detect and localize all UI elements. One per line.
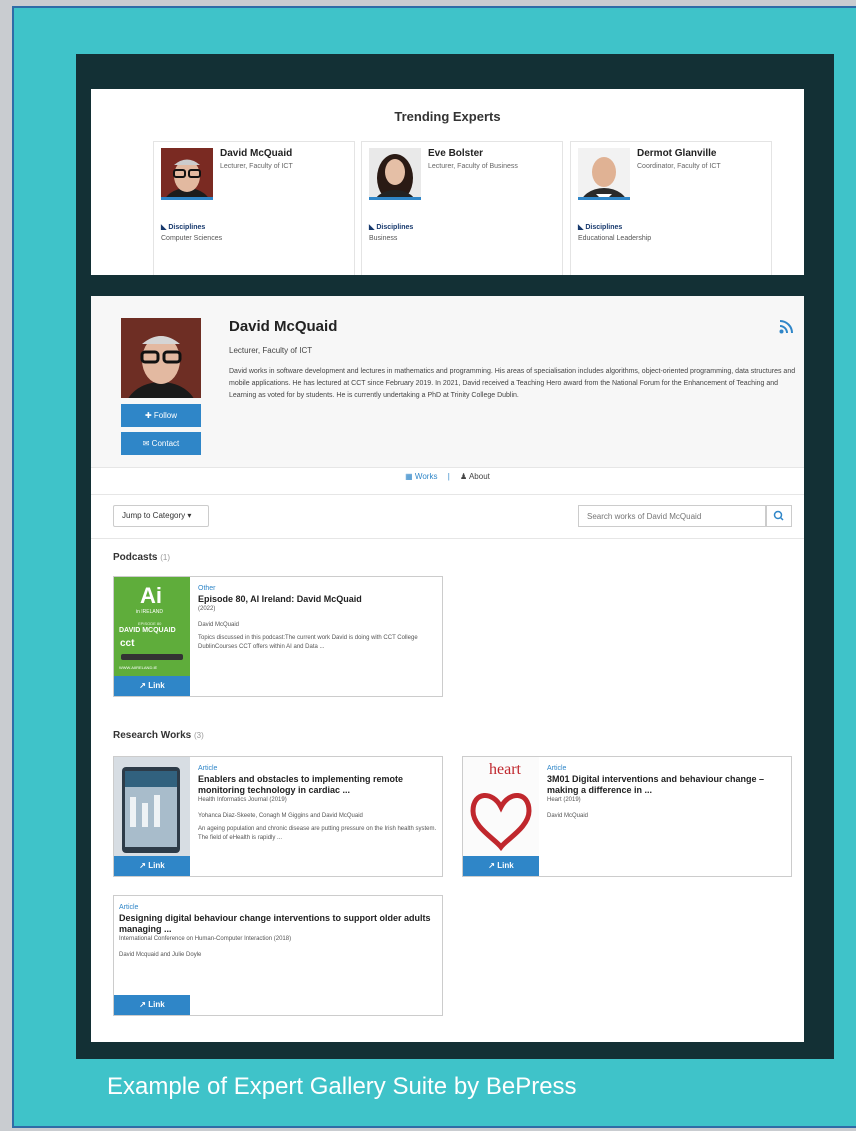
- expert-card-2[interactable]: Eve Bolster Lecturer, Faculty of Busines…: [361, 141, 563, 275]
- grid-icon: ▦: [405, 472, 415, 481]
- divider: [91, 538, 804, 539]
- user-icon: ♟: [460, 472, 469, 481]
- tab-about[interactable]: ♟ About: [460, 472, 490, 481]
- thumb-logo: Ai: [140, 583, 162, 608]
- tab-works[interactable]: ▦ Works: [405, 472, 437, 481]
- thumb-sub: in IRELAND: [136, 609, 163, 615]
- profile-tabs: ▦ Works | ♟ About: [91, 472, 804, 481]
- disciplines-label: ◣ Disciplines: [578, 224, 623, 231]
- follow-button[interactable]: ✚ Follow: [121, 404, 201, 427]
- profile-role: Lecturer, Faculty of ICT: [229, 346, 313, 355]
- external-link-icon: ↗: [139, 681, 149, 690]
- tab-separator: |: [447, 472, 450, 481]
- expert-discipline: Business: [369, 235, 398, 242]
- expert-name[interactable]: Eve Bolster: [428, 148, 483, 159]
- thumb-name: DAVID MCQUAID: [119, 627, 176, 634]
- work-text: Other Episode 80, AI Ireland: David McQu…: [198, 585, 438, 652]
- search-button[interactable]: [766, 505, 792, 527]
- work-type: Article: [547, 765, 567, 772]
- work-authors: David McQuaid: [198, 622, 240, 628]
- work-authors: David Mcquaid and Julie Doyle: [119, 952, 202, 958]
- profile-photo: [121, 318, 201, 398]
- search-works-input[interactable]: [578, 505, 766, 527]
- rss-icon[interactable]: [779, 320, 793, 334]
- expert-name[interactable]: David McQuaid: [220, 148, 292, 159]
- divider: [91, 467, 804, 468]
- work-title[interactable]: Enablers and obstacles to implementing r…: [198, 774, 438, 796]
- plus-icon: ✚: [144, 411, 154, 420]
- work-type: Other: [198, 585, 216, 592]
- expert-card-3[interactable]: Dermot Glanville Coordinator, Faculty of…: [570, 141, 772, 275]
- link-button[interactable]: ↗ Link: [114, 856, 190, 876]
- work-card-research-1[interactable]: ↗ Link Article Enablers and obstacles to…: [113, 756, 443, 877]
- disciplines-label: ◣ Disciplines: [161, 224, 206, 231]
- expert-photo[interactable]: [369, 148, 421, 200]
- journal-thumbnail: heart: [463, 757, 539, 856]
- podcast-thumbnail: Ai in IRELAND EPISODE 80 DAVID MCQUAID c…: [114, 577, 190, 676]
- disciplines-label: ◣ Disciplines: [369, 224, 414, 231]
- work-abstract: Topics discussed in this podcast:The cur…: [198, 635, 418, 650]
- link-button[interactable]: ↗ Link: [114, 995, 190, 1015]
- work-venue: Health Informatics Journal (2019): [198, 797, 287, 803]
- expert-name[interactable]: Dermot Glanville: [637, 148, 716, 159]
- work-abstract: An ageing population and chronic disease…: [198, 826, 437, 841]
- expert-card-1[interactable]: David McQuaid Lecturer, Faculty of ICT ◣…: [153, 141, 355, 275]
- expert-discipline: Computer Sciences: [161, 235, 223, 242]
- external-link-icon: ↗: [139, 861, 149, 870]
- work-type: Article: [198, 765, 218, 772]
- research-works-heading: Research Works (3): [113, 730, 204, 741]
- divider: [91, 494, 804, 495]
- work-venue: Heart (2019): [547, 797, 581, 803]
- link-button[interactable]: ↗ Link: [114, 676, 190, 696]
- slide-caption: Example of Expert Gallery Suite by BePre…: [107, 1073, 577, 1100]
- trending-experts-panel: Trending Experts David McQuaid Lecturer,…: [91, 89, 804, 275]
- work-card-research-3[interactable]: ↗ Link Article Designing digital behavio…: [113, 895, 443, 1016]
- caret-down-icon: ▾: [187, 511, 192, 520]
- expert-photo[interactable]: [578, 148, 630, 200]
- expert-profile-panel: ✚ Follow ✉ Contact David McQuaid Lecture…: [91, 296, 804, 1042]
- envelope-icon: ✉: [142, 439, 152, 448]
- work-venue: International Conference on Human-Comput…: [119, 936, 292, 942]
- work-title[interactable]: 3M01 Digital interventions and behaviour…: [547, 774, 787, 796]
- profile-name: David McQuaid: [229, 318, 338, 335]
- work-authors: David McQuaid: [547, 813, 589, 819]
- work-card-research-2[interactable]: heart ↗ Link Article 3M01 Digital interv…: [462, 756, 792, 877]
- journal-thumbnail: [114, 757, 190, 856]
- expert-role: Lecturer, Faculty of Business: [428, 163, 518, 170]
- thumb-brand: cct: [120, 638, 135, 649]
- work-title[interactable]: Designing digital behaviour change inter…: [119, 913, 437, 935]
- trending-title: Trending Experts: [394, 109, 501, 124]
- profile-bio: David works in software development and …: [229, 368, 796, 399]
- search-icon: [773, 510, 784, 521]
- work-authors: Yohanca Diaz-Skeete, Conagh M Giggins an…: [198, 813, 363, 819]
- expert-role: Coordinator, Faculty of ICT: [637, 163, 721, 170]
- jump-to-category-dropdown[interactable]: Jump to Category ▾: [113, 505, 209, 527]
- thumb-badges: [121, 654, 183, 660]
- work-text: Article Designing digital behaviour chan…: [119, 904, 437, 958]
- external-link-icon: ↗: [139, 1000, 149, 1009]
- work-text: Article 3M01 Digital interventions and b…: [547, 765, 787, 819]
- thumb-journal-name: heart: [489, 761, 521, 778]
- thumb-episode: EPISODE 80: [138, 621, 162, 626]
- expert-photo[interactable]: [161, 148, 213, 200]
- work-card-podcast[interactable]: Ai in IRELAND EPISODE 80 DAVID MCQUAID c…: [113, 576, 443, 697]
- link-button[interactable]: ↗ Link: [463, 856, 539, 876]
- podcasts-heading: Podcasts (1): [113, 552, 171, 563]
- expert-role: Lecturer, Faculty of ICT: [220, 163, 293, 170]
- thumb-url: WWW.AIIRELAND.IE: [119, 665, 158, 670]
- work-type: Article: [119, 904, 139, 911]
- work-year: (2022): [198, 606, 216, 612]
- external-link-icon: ↗: [488, 861, 498, 870]
- profile-header: ✚ Follow ✉ Contact David McQuaid Lecture…: [91, 296, 804, 467]
- expert-discipline: Educational Leadership: [578, 235, 652, 242]
- contact-button[interactable]: ✉ Contact: [121, 432, 201, 455]
- work-title[interactable]: Episode 80, AI Ireland: David McQuaid: [198, 594, 438, 605]
- work-text: Article Enablers and obstacles to implem…: [198, 765, 438, 843]
